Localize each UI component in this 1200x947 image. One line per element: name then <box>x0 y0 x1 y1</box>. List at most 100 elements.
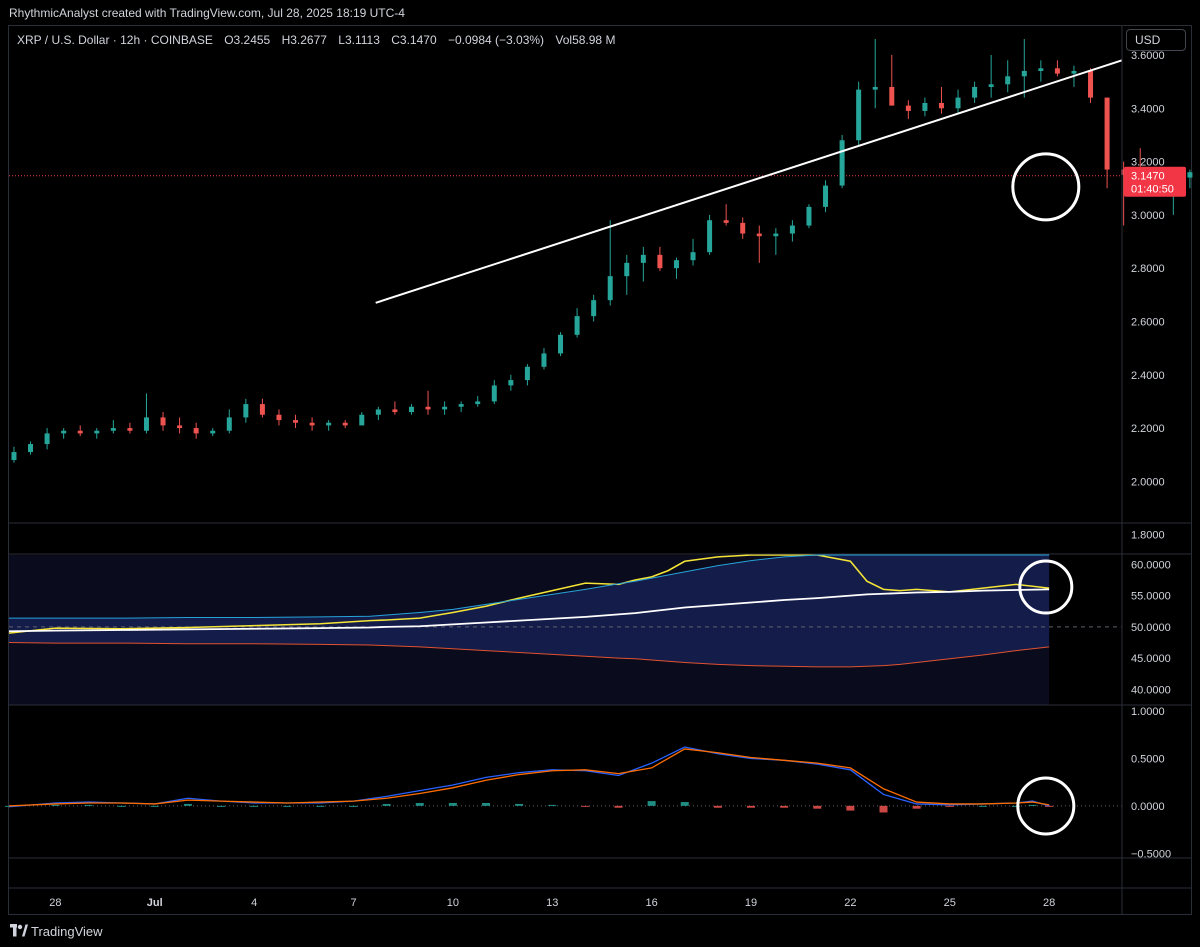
close-label: C <box>391 33 400 47</box>
macd-histogram-bar <box>150 805 159 807</box>
overlays <box>9 25 1192 915</box>
brand-name: TradingView <box>31 924 103 939</box>
rsi-tick-label: 55.0000 <box>1131 591 1171 603</box>
candle-body <box>442 406 448 410</box>
candle-body <box>44 433 50 445</box>
price-pane: 3.60003.40003.20003.00002.80002.60002.40… <box>9 38 1193 542</box>
candle-body <box>558 334 564 354</box>
candle-body <box>508 380 514 386</box>
candle-body <box>541 353 547 367</box>
symbol-name: XRP / U.S. Dollar · 12h · COINBASE <box>17 33 213 47</box>
candle-body <box>806 206 812 226</box>
macd-histogram-bar <box>912 805 921 809</box>
rsi-tick-label: 40.0000 <box>1131 684 1171 696</box>
candle-body <box>11 452 17 461</box>
candle-body <box>905 105 911 111</box>
candle-body <box>1005 76 1011 85</box>
candle-body <box>1104 97 1110 170</box>
candle-body <box>1038 68 1044 71</box>
time-tick-label: 13 <box>546 897 558 909</box>
candle-body <box>475 401 481 405</box>
candle-body <box>259 404 265 415</box>
macd-histogram-bar <box>978 805 987 807</box>
macd-histogram-bar <box>382 803 391 806</box>
candle-body <box>1071 70 1077 74</box>
macd-tick-label: 1.0000 <box>1131 706 1165 718</box>
candle-body <box>789 225 795 234</box>
price-tick-label: 3.0000 <box>1131 210 1165 222</box>
candle-body <box>872 86 878 90</box>
macd-histogram-bar <box>448 802 457 806</box>
candle-body <box>94 430 100 434</box>
open-label: O <box>224 33 234 47</box>
candle-body <box>1021 70 1027 77</box>
time-tick-label: 7 <box>350 897 356 909</box>
macd-histogram-bar <box>1045 805 1054 807</box>
macd-histogram-bar <box>647 801 656 806</box>
time-tick-label: 28 <box>1043 897 1055 909</box>
rsi-pane: 60.0000 55.0000 50.0000 45.0000 40.0000 <box>8 554 1171 705</box>
candle-body <box>574 316 580 335</box>
candle-body <box>524 366 530 381</box>
candle-body <box>359 414 365 426</box>
macd-histogram-bar <box>1028 804 1037 806</box>
candle-body <box>591 300 597 317</box>
macd-tick-label: 0.0000 <box>1131 801 1165 813</box>
time-tick-label: 4 <box>251 897 257 909</box>
macd-histogram-bar <box>846 805 855 811</box>
chart-canvas[interactable]: 3.60003.40003.20003.00002.80002.60002.40… <box>0 0 1200 947</box>
candle-body <box>640 254 646 263</box>
low-value: 3.1113 <box>344 33 380 47</box>
candle-body <box>988 84 994 87</box>
candle-body <box>61 430 67 434</box>
candle-body <box>740 222 746 234</box>
candle-body <box>177 425 183 429</box>
candle-body <box>624 262 630 277</box>
macd-tick-label: 0.5000 <box>1131 753 1165 765</box>
candle-body <box>28 444 34 453</box>
candle-body <box>856 89 862 141</box>
vol-label: Vol <box>555 33 573 47</box>
candle-body <box>77 430 83 434</box>
macd-histogram-bar <box>84 804 93 806</box>
macd-histogram-bar <box>283 805 292 807</box>
price-tick-label: 3.6000 <box>1131 50 1165 62</box>
price-tick-label: 2.6000 <box>1131 316 1165 328</box>
macd-histogram-bar <box>813 805 822 809</box>
footer: TradingView <box>0 915 1200 947</box>
macd-histogram-bar <box>879 805 888 813</box>
macd-histogram-bar <box>614 805 623 808</box>
candle-body <box>607 276 613 301</box>
time-tick-label: 28 <box>49 897 61 909</box>
macd-histogram-bar <box>415 802 424 806</box>
candle-body <box>1187 172 1193 178</box>
vol-value: 58.98 M <box>572 33 616 47</box>
price-tick-label: 2.2000 <box>1131 423 1165 435</box>
tradingview-logo-icon <box>10 924 28 937</box>
candle-body <box>673 260 679 269</box>
candle-body <box>707 220 713 253</box>
macd-histogram-bar <box>482 802 490 806</box>
candle-body <box>425 406 431 410</box>
candle-body <box>326 422 332 426</box>
trendline <box>375 59 1123 304</box>
macd-histogram-bar <box>349 805 358 807</box>
candle-body <box>342 422 348 426</box>
open-value: 3.2455 <box>233 33 271 47</box>
currency-button[interactable]: USD <box>1126 29 1186 51</box>
candle-body <box>773 233 779 237</box>
time-tick-label: 10 <box>447 897 459 909</box>
candle-body <box>972 86 978 98</box>
macd-series-macd <box>8 746 1050 808</box>
macd-histogram-bar <box>117 805 126 807</box>
macd-histogram-bar <box>515 803 524 806</box>
macd-histogram-bar <box>780 805 789 808</box>
price-tick-label: 2.0000 <box>1131 476 1165 488</box>
close-value: 3.1470 <box>399 33 437 47</box>
candle-body <box>143 417 149 431</box>
candle-body <box>276 414 282 421</box>
time-tick-label: 22 <box>844 897 856 909</box>
high-value: 3.2677 <box>290 33 327 47</box>
candle-body <box>392 409 398 413</box>
candle-body <box>922 102 928 111</box>
